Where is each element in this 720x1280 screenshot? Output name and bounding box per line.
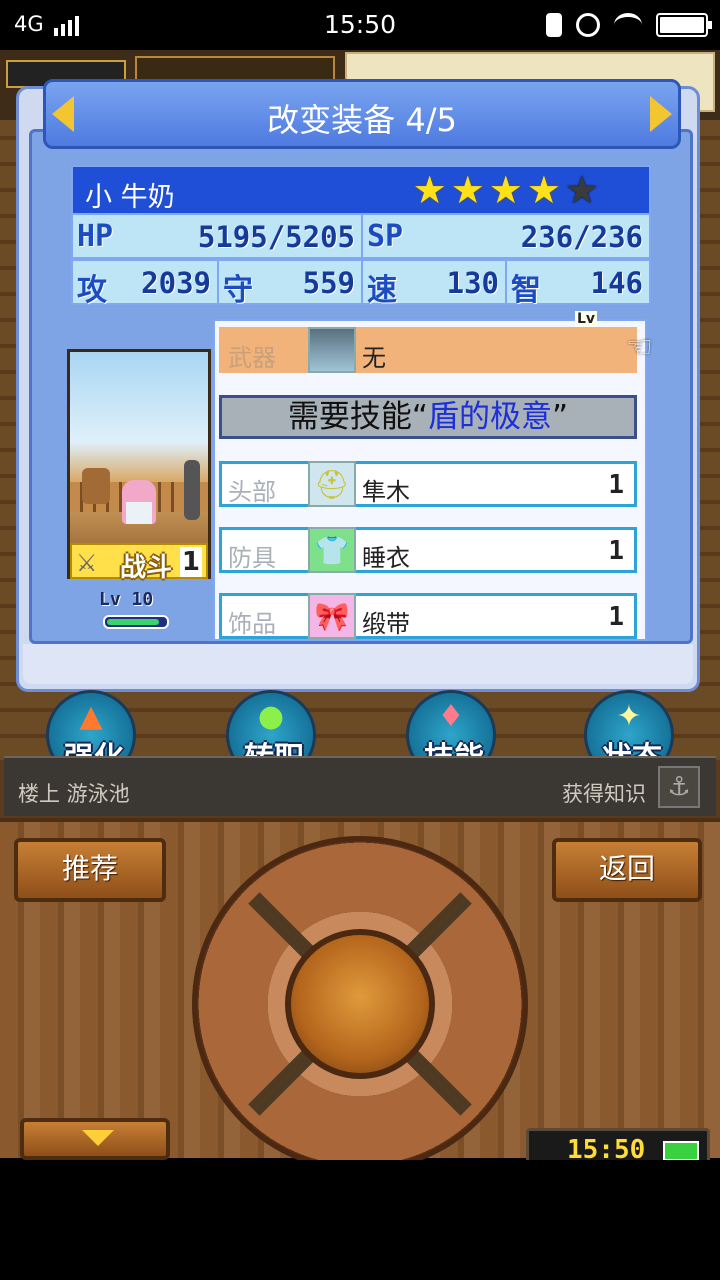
stat-spd: 速 130: [363, 261, 507, 308]
star-empty-icon: ★: [564, 168, 599, 212]
pointer-hand-icon: ☜: [626, 330, 653, 365]
job-badge-label: 战斗: [120, 553, 173, 583]
stat-value: 146: [590, 266, 643, 300]
dpad[interactable]: [192, 836, 528, 1172]
slot-item-qty: 1: [608, 536, 624, 566]
star-icon: ★: [450, 168, 485, 212]
slot-item-name: 睡衣: [362, 544, 410, 572]
stat-row-hp-sp: HP 5195/5205 SP 236/236: [71, 213, 651, 259]
stat-value: 2039: [141, 266, 211, 300]
equip-slot-head[interactable]: 头部 ⛑ 隼木 1: [219, 461, 637, 507]
next-arrow-icon[interactable]: [650, 96, 672, 132]
job-badge-level: 1: [179, 547, 202, 577]
up-arrow-icon: ▲: [79, 699, 103, 734]
stat-label: 守: [223, 273, 253, 308]
slot-item-name: 隼木: [362, 478, 410, 506]
ribbon-icon: 🎀: [308, 593, 356, 639]
back-button[interactable]: 返回: [552, 838, 702, 902]
star-icon: ★: [526, 168, 561, 212]
status-icons: [546, 10, 712, 40]
sparkle-icon: ✦: [616, 699, 642, 734]
location-bar: 楼上 游泳池 获得知识 ⚓: [4, 756, 716, 816]
recommend-button[interactable]: 推荐: [14, 838, 166, 902]
star-icon: ★: [412, 168, 447, 212]
training-dummy-graphic: [184, 460, 200, 520]
slot-category: 头部: [228, 478, 276, 506]
requirement-prefix: 需要技能“: [287, 399, 428, 435]
alarm-icon: [576, 13, 600, 37]
stat-value: 5195/5205: [197, 220, 355, 254]
barrel-graphic: [82, 468, 110, 504]
shirt-icon: 👕: [308, 527, 356, 573]
star-rating: ★ ★ ★ ★ ★: [413, 171, 599, 209]
stat-def: 守 559: [219, 261, 363, 308]
menu-down-button[interactable]: [20, 1118, 170, 1160]
stat-value: 130: [446, 266, 499, 300]
stat-label: SP: [367, 219, 404, 254]
stat-label: 速: [367, 273, 397, 308]
game-battery-icon: [663, 1141, 699, 1161]
stat-int: 智 146: [507, 261, 649, 308]
dialog-footer: [23, 644, 693, 684]
stat-sp: SP 236/236: [363, 215, 649, 257]
battery-icon: [656, 13, 712, 37]
status-bar: 4G 15:50: [0, 0, 720, 50]
location-status: 获得知识: [562, 782, 646, 806]
wifi-icon: [614, 13, 642, 37]
character-header: 小 牛奶 ★ ★ ★ ★ ★: [71, 165, 651, 215]
character-sprite: [122, 480, 156, 524]
anchor-icon[interactable]: ⚓: [658, 766, 700, 808]
stat-value: 236/236: [520, 220, 643, 254]
exp-bar: [103, 615, 169, 629]
equipment-panel: 武器 无 Lv 需要技能“盾的极意” 头部 ⛑ 隼木 1 防具 👕 睡衣 1 饰…: [213, 311, 647, 641]
equip-slot-armor[interactable]: 防具 👕 睡衣 1: [219, 527, 637, 573]
requirement-suffix: ”: [552, 399, 569, 435]
helmet-icon: ⛑: [308, 461, 356, 507]
skill-requirement: 需要技能“盾的极意”: [219, 395, 637, 439]
dpad-center-button[interactable]: [285, 929, 435, 1079]
stat-hp: HP 5195/5205: [73, 215, 363, 257]
job-badge: ⚔ 战斗 1: [70, 543, 208, 583]
character-portrait: ⚔ 战斗 1: [67, 349, 211, 583]
level-tag: Lv: [575, 311, 598, 327]
slot-category: 防具: [228, 544, 276, 572]
star-icon: ★: [488, 168, 523, 212]
bottom-bezel: [0, 1160, 720, 1280]
location-name: 楼上 游泳池: [18, 782, 130, 806]
required-skill-name: 盾的极意: [428, 399, 552, 435]
dialog-title: 改变装备 4/5: [267, 101, 457, 139]
stat-row-attributes: 攻 2039 守 559 速 130 智 146: [71, 259, 651, 308]
slot-item-qty: 1: [608, 470, 624, 500]
flame-icon: ♦: [437, 699, 465, 734]
sword-icon: ⚔: [76, 549, 98, 577]
screen: { "status_bar": {"network": "4G", "time"…: [0, 0, 720, 1280]
equip-dialog: 改变装备 4/5 小 牛奶 ★ ★ ★ ★ ★ HP 5195/5205 SP …: [16, 79, 700, 692]
leaf-icon: ●: [257, 699, 285, 734]
character-name: 小 牛奶: [85, 182, 175, 213]
stat-atk: 攻 2039: [73, 261, 219, 308]
equip-slot-weapon[interactable]: 武器 无: [219, 327, 637, 373]
stat-value: 559: [302, 266, 355, 300]
empty-slot-icon: [308, 327, 356, 373]
title-bar: 改变装备 4/5: [43, 79, 681, 149]
character-level: Lv 10: [99, 589, 154, 610]
slot-category: 武器: [228, 344, 276, 372]
slot-item-name: 无: [362, 344, 386, 372]
charging-icon: [546, 13, 562, 37]
stat-label: 攻: [77, 273, 107, 308]
stat-label: HP: [77, 219, 114, 254]
down-arrow-icon: [82, 1130, 114, 1146]
slot-item-name: 缎带: [362, 610, 410, 638]
equip-slot-accessory[interactable]: 饰品 🎀 缎带 1: [219, 593, 637, 639]
slot-item-qty: 1: [608, 602, 624, 632]
exp-bar-fill: [107, 619, 159, 625]
slot-category: 饰品: [228, 610, 276, 638]
stat-label: 智: [511, 273, 541, 308]
